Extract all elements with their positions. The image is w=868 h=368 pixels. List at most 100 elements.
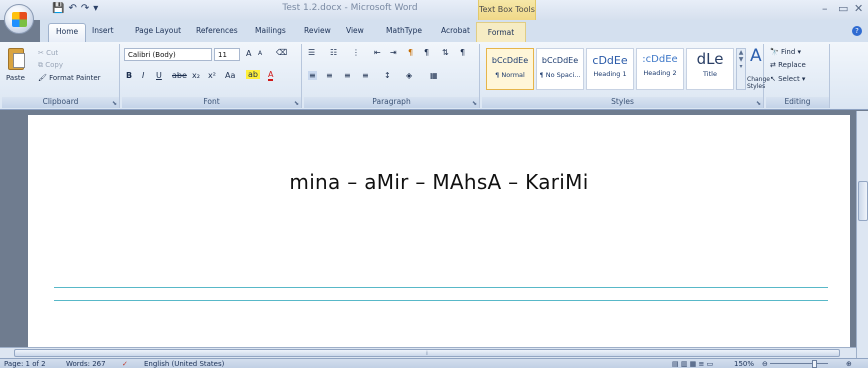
underline-button[interactable]: U bbox=[156, 71, 162, 80]
language-indicator[interactable]: English (United States) bbox=[144, 359, 224, 368]
document-page[interactable]: mina – aMir – MAhsA – KariMi bbox=[28, 115, 850, 358]
change-case-button[interactable]: Aa bbox=[225, 71, 235, 80]
status-bar: Page: 1 of 2 Words: 267 ✓ English (Unite… bbox=[0, 358, 868, 368]
horizontal-scroll-thumb[interactable]: ⁞ bbox=[14, 349, 840, 357]
tab-review[interactable]: Review bbox=[304, 26, 331, 35]
tab-home[interactable]: Home bbox=[48, 23, 87, 42]
ribbon-tabs: Home Insert Page Layout References Maili… bbox=[40, 20, 868, 42]
rtl-direction-icon[interactable]: ¶ bbox=[424, 48, 429, 57]
tab-format[interactable]: Format bbox=[476, 22, 526, 42]
close-button[interactable]: ✕ bbox=[854, 2, 863, 15]
change-styles-icon[interactable]: A bbox=[750, 46, 762, 66]
tab-references[interactable]: References bbox=[196, 26, 238, 35]
align-right-icon[interactable]: ≡ bbox=[344, 71, 351, 80]
grow-font-button[interactable]: A bbox=[246, 49, 251, 58]
style-no-spacing[interactable]: bCcDdEe ¶ No Spaci... bbox=[536, 48, 584, 90]
multilevel-list-icon[interactable]: ⋮ bbox=[352, 48, 360, 57]
style-heading-2[interactable]: :cDdEe Heading 2 bbox=[636, 48, 684, 90]
font-name-box[interactable]: Calibri (Body) bbox=[124, 48, 212, 61]
font-group: Calibri (Body) 11 A A ⌫ B I U abe x₂ x² … bbox=[122, 44, 302, 108]
styles-launcher-icon[interactable]: ⬊ bbox=[756, 100, 761, 107]
clipboard-group: Paste ✂ Cut ⧉ Copy 🖌 Format Painter Clip… bbox=[2, 44, 120, 108]
format-painter-button[interactable]: 🖌 Format Painter bbox=[38, 74, 101, 82]
tab-mathtype[interactable]: MathType bbox=[386, 26, 422, 35]
word-count[interactable]: Words: 267 bbox=[66, 359, 106, 368]
paste-button[interactable]: Paste bbox=[6, 74, 25, 82]
line-spacing-icon[interactable]: ↕ bbox=[384, 71, 391, 80]
justify-icon[interactable]: ≡ bbox=[362, 71, 369, 80]
sort-icon[interactable]: ⇅ bbox=[442, 48, 449, 57]
styles-group-label: Styles bbox=[482, 97, 763, 108]
show-marks-icon[interactable]: ¶ bbox=[460, 48, 465, 57]
styles-gallery-scroll[interactable]: ▲ ▼ ▾ bbox=[736, 48, 746, 90]
cut-button[interactable]: ✂ Cut bbox=[38, 49, 58, 57]
window-title: Test 1.2.docx - Microsoft Word bbox=[282, 3, 418, 13]
guide-line-upper bbox=[54, 287, 828, 288]
paragraph-group: ☰ ☷ ⋮ ⇤ ⇥ ¶ ¶ ⇅ ¶ ≡ ≡ ≡ ≡ ↕ ◈ ▦ Paragrap… bbox=[304, 44, 480, 108]
bullets-icon[interactable]: ☰ bbox=[308, 48, 315, 57]
maximize-button[interactable]: ▭ bbox=[838, 2, 848, 15]
document-text[interactable]: mina – aMir – MAhsA – KariMi bbox=[28, 170, 850, 194]
horizontal-scrollbar[interactable]: ⁞ bbox=[0, 347, 856, 358]
zoom-slider-thumb[interactable] bbox=[812, 360, 817, 368]
editing-group-label: Editing bbox=[766, 97, 829, 108]
bold-button[interactable]: B bbox=[126, 71, 132, 80]
strikethrough-button[interactable]: abe bbox=[172, 71, 187, 80]
office-logo-icon bbox=[12, 12, 27, 27]
borders-icon[interactable]: ▦ bbox=[430, 71, 438, 80]
find-button[interactable]: 🔭 Find ▾ bbox=[770, 48, 801, 56]
context-tab-group-label: Text Box Tools bbox=[478, 0, 536, 20]
highlight-icon[interactable]: ab bbox=[246, 70, 260, 79]
title-bar: 💾 ↶ ↷ ▾ Test 1.2.docx - Microsoft Word T… bbox=[0, 0, 868, 20]
vertical-scrollbar[interactable] bbox=[856, 111, 868, 358]
superscript-button[interactable]: x² bbox=[208, 71, 216, 80]
tab-acrobat[interactable]: Acrobat bbox=[441, 26, 470, 35]
clipboard-group-label: Clipboard bbox=[2, 97, 119, 108]
paste-icon[interactable] bbox=[8, 48, 25, 70]
vertical-scroll-thumb[interactable] bbox=[858, 181, 868, 221]
text-direction-icon[interactable]: ¶ bbox=[408, 48, 413, 57]
styles-group: bCcDdEe ¶ Normal bCcDdEe ¶ No Spaci... c… bbox=[482, 44, 770, 108]
guide-line-lower bbox=[54, 300, 828, 301]
zoom-out-icon[interactable]: ⊖ bbox=[762, 359, 768, 368]
view-buttons[interactable]: ▤ ▥ ▦ ≡ ▭ bbox=[672, 359, 713, 368]
tab-view[interactable]: View bbox=[346, 26, 364, 35]
editing-group: 🔭 Find ▾ ⇄ Replace ↖ Select ▾ Editing bbox=[766, 44, 830, 108]
align-left-icon[interactable]: ≡ bbox=[308, 71, 317, 80]
tab-page-layout[interactable]: Page Layout bbox=[135, 26, 181, 35]
font-color-icon[interactable]: A bbox=[268, 70, 274, 81]
align-center-icon[interactable]: ≡ bbox=[326, 71, 333, 80]
decrease-indent-icon[interactable]: ⇤ bbox=[374, 48, 381, 57]
numbering-icon[interactable]: ☷ bbox=[330, 48, 337, 57]
font-group-label: Font bbox=[122, 97, 301, 108]
style-title[interactable]: dLe Title bbox=[686, 48, 734, 90]
style-heading-1[interactable]: cDdEe Heading 1 bbox=[586, 48, 634, 90]
paragraph-launcher-icon[interactable]: ⬊ bbox=[472, 100, 477, 107]
style-normal[interactable]: bCcDdEe ¶ Normal bbox=[486, 48, 534, 90]
zoom-level[interactable]: 150% bbox=[734, 359, 754, 368]
zoom-in-icon[interactable]: ⊕ bbox=[846, 359, 852, 368]
page-count[interactable]: Page: 1 of 2 bbox=[4, 359, 46, 368]
office-button[interactable] bbox=[4, 4, 34, 34]
font-size-box[interactable]: 11 bbox=[214, 48, 240, 61]
change-styles-button[interactable]: Change Styles bbox=[747, 76, 770, 90]
select-button[interactable]: ↖ Select ▾ bbox=[770, 75, 805, 83]
clear-formatting-icon[interactable]: ⌫ bbox=[276, 48, 287, 57]
proofing-icon[interactable]: ✓ bbox=[122, 359, 128, 368]
ribbon: Paste ✂ Cut ⧉ Copy 🖌 Format Painter Clip… bbox=[0, 42, 868, 110]
subscript-button[interactable]: x₂ bbox=[192, 71, 200, 80]
minimize-button[interactable]: – bbox=[822, 2, 828, 15]
tab-mailings[interactable]: Mailings bbox=[255, 26, 286, 35]
increase-indent-icon[interactable]: ⇥ bbox=[390, 48, 397, 57]
zoom-slider[interactable] bbox=[770, 363, 828, 364]
help-icon[interactable]: ? bbox=[852, 26, 862, 36]
replace-button[interactable]: ⇄ Replace bbox=[770, 61, 806, 69]
clipboard-launcher-icon[interactable]: ⬊ bbox=[112, 100, 117, 107]
copy-button[interactable]: ⧉ Copy bbox=[38, 61, 63, 70]
font-launcher-icon[interactable]: ⬊ bbox=[294, 100, 299, 107]
shrink-font-button[interactable]: A bbox=[258, 50, 262, 57]
tab-insert[interactable]: Insert bbox=[92, 26, 114, 35]
shading-icon[interactable]: ◈ bbox=[406, 71, 412, 80]
paragraph-group-label: Paragraph bbox=[304, 97, 479, 108]
italic-button[interactable]: I bbox=[142, 71, 144, 80]
